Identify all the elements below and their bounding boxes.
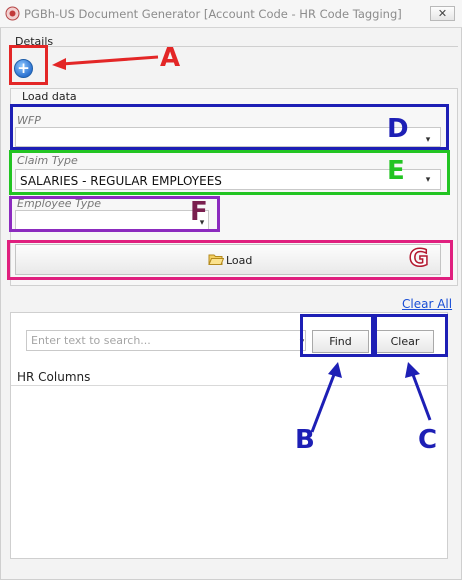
tab-divider [10,46,458,47]
annotation-label-d: D [387,114,409,144]
annotation-box-g [7,240,453,280]
clear-all-link[interactable]: Clear All [402,297,452,311]
app-logo-icon [5,6,20,21]
close-icon: ✕ [437,7,448,20]
search-input[interactable]: Enter text to search... [26,330,306,351]
annotation-label-f: F [190,197,208,227]
annotation-arrow-a [52,55,159,70]
annotation-box-a [9,45,48,85]
annotation-label-g: G [408,243,429,273]
annotation-box-d [10,104,449,150]
annotation-label-b: B [295,425,315,455]
annotation-label-c: C [418,425,438,455]
annotation-box-b [300,314,374,357]
annotation-label-e: E [387,156,405,186]
hr-columns-divider [11,385,447,386]
window-title: PGBh-US Document Generator [Account Code… [24,7,402,21]
annotation-label-a: A [160,43,181,73]
annotation-box-f [9,196,220,232]
hr-columns-title: HR Columns [17,370,91,384]
annotation-box-c [374,314,448,357]
load-data-title: Load data [22,90,77,103]
close-button[interactable]: ✕ [430,6,455,21]
annotation-box-e [9,150,450,195]
